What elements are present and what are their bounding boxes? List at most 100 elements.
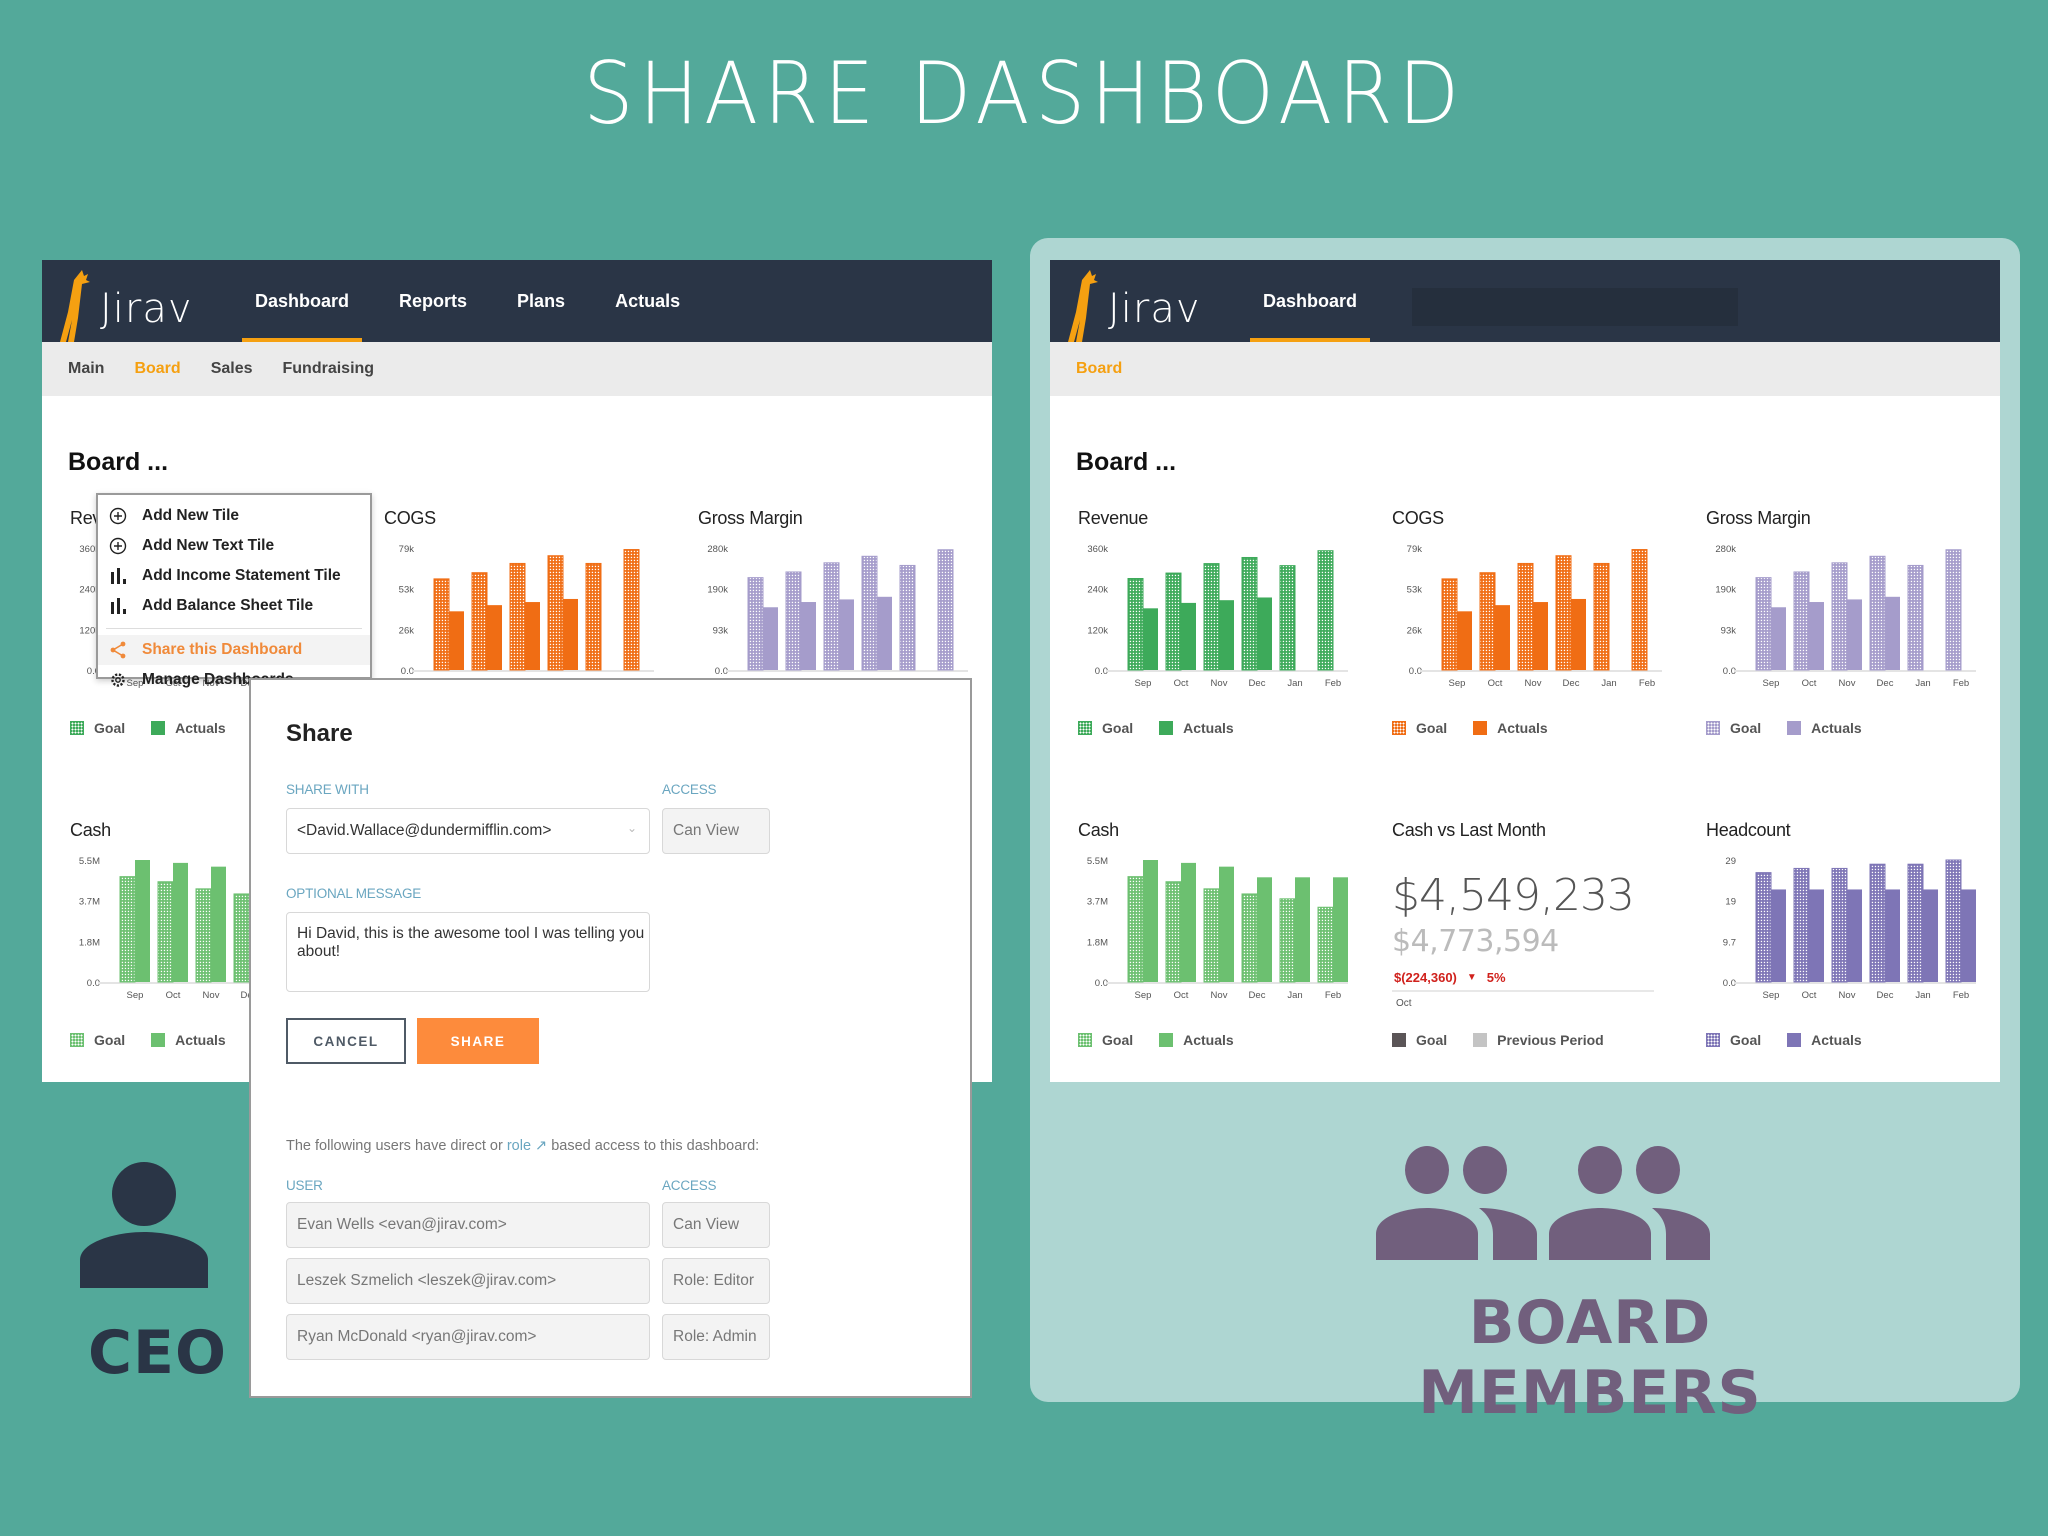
menu-item-add-balance-sheet-tile[interactable]: Add Balance Sheet Tile bbox=[98, 591, 370, 621]
tab-board[interactable]: Board bbox=[1076, 360, 1122, 378]
bar-actuals-oct[interactable] bbox=[487, 605, 502, 670]
bar-goal-sep[interactable] bbox=[747, 577, 764, 671]
bar-goal-nov[interactable] bbox=[1203, 888, 1220, 983]
bar-actuals-sep[interactable] bbox=[1143, 608, 1158, 670]
bar-actuals-oct[interactable] bbox=[1809, 889, 1824, 982]
nav-dashboard[interactable]: Dashboard bbox=[1250, 260, 1371, 342]
bar-actuals-dec[interactable] bbox=[877, 596, 892, 670]
nav-dashboard[interactable]: Dashboard bbox=[242, 260, 363, 342]
tab-main[interactable]: Main bbox=[68, 360, 104, 378]
bar-goal-feb[interactable] bbox=[1945, 859, 1962, 983]
bar-goal-feb[interactable] bbox=[1631, 549, 1648, 671]
bar-actuals-oct[interactable] bbox=[1809, 602, 1824, 670]
bar-actuals-nov[interactable] bbox=[1219, 600, 1234, 670]
bar-goal-jan[interactable] bbox=[1907, 863, 1924, 983]
bar-goal-jan[interactable] bbox=[1907, 564, 1924, 671]
bar-actuals-dec[interactable] bbox=[1885, 889, 1900, 982]
bar-goal-sep[interactable] bbox=[1441, 578, 1458, 671]
nav-plans[interactable]: Plans bbox=[504, 260, 578, 342]
bar-goal-dec[interactable] bbox=[1241, 893, 1258, 983]
bar-goal-nov[interactable] bbox=[1831, 867, 1848, 983]
bar-goal-nov[interactable] bbox=[1203, 563, 1220, 671]
bar-goal-sep[interactable] bbox=[1127, 876, 1144, 983]
nav-reports[interactable]: Reports bbox=[386, 260, 480, 342]
bar-goal-jan[interactable] bbox=[899, 564, 916, 671]
bar-goal-dec[interactable] bbox=[861, 555, 878, 671]
bar-actuals-sep[interactable] bbox=[1771, 607, 1786, 670]
bar-goal-jan[interactable] bbox=[1279, 565, 1296, 671]
bar-actuals-oct[interactable] bbox=[1495, 605, 1510, 670]
bar-actuals-sep[interactable] bbox=[1771, 889, 1786, 982]
bar-actuals-oct[interactable] bbox=[1181, 602, 1196, 670]
bar-goal-dec[interactable] bbox=[547, 555, 564, 671]
bar-actuals-oct[interactable] bbox=[173, 862, 188, 982]
bar-goal-oct[interactable] bbox=[157, 881, 174, 983]
bar-goal-feb[interactable] bbox=[1317, 550, 1334, 671]
bar-actuals-dec[interactable] bbox=[563, 598, 578, 670]
bar-goal-sep[interactable] bbox=[1755, 577, 1772, 671]
share-button[interactable]: SHARE bbox=[417, 1018, 539, 1064]
external-link-icon[interactable]: ↗ bbox=[535, 1138, 547, 1154]
tab-board[interactable]: Board bbox=[134, 360, 180, 378]
bar-actuals-nov[interactable] bbox=[211, 866, 226, 982]
bar-actuals-sep[interactable] bbox=[449, 611, 464, 670]
bar-actuals-dec[interactable] bbox=[1257, 877, 1272, 982]
bar-actuals-nov[interactable] bbox=[839, 599, 854, 670]
bar-goal-nov[interactable] bbox=[1517, 562, 1534, 671]
bar-goal-nov[interactable] bbox=[195, 888, 212, 983]
bar-actuals-dec[interactable] bbox=[1571, 598, 1586, 670]
bar-goal-jan[interactable] bbox=[1593, 562, 1610, 671]
bar-actuals-dec[interactable] bbox=[1257, 597, 1272, 670]
bar-actuals-sep[interactable] bbox=[763, 607, 778, 670]
message-textarea[interactable]: Hi David, this is the awesome tool I was… bbox=[286, 912, 650, 992]
bar-actuals-jan[interactable] bbox=[1295, 877, 1310, 982]
bar-goal-sep[interactable] bbox=[1127, 578, 1144, 671]
tab-sales[interactable]: Sales bbox=[211, 360, 253, 378]
bar-goal-jan[interactable] bbox=[1279, 898, 1296, 983]
bar-goal-feb[interactable] bbox=[623, 549, 640, 671]
bar-goal-dec[interactable] bbox=[1869, 555, 1886, 671]
menu-item-add-new-tile[interactable]: Add New Tile bbox=[98, 501, 370, 531]
menu-item-share-dashboard[interactable]: Share this Dashboard bbox=[98, 635, 370, 665]
bar-actuals-sep[interactable] bbox=[1457, 611, 1472, 670]
bar-goal-nov[interactable] bbox=[509, 562, 526, 671]
bar-goal-oct[interactable] bbox=[1793, 867, 1810, 983]
bar-goal-dec[interactable] bbox=[1241, 556, 1258, 671]
menu-item-add-text-tile[interactable]: Add New Text Tile bbox=[98, 531, 370, 561]
bar-goal-nov[interactable] bbox=[1831, 562, 1848, 671]
bar-goal-feb[interactable] bbox=[1945, 549, 1962, 671]
bar-goal-feb[interactable] bbox=[1317, 906, 1334, 983]
cancel-button[interactable]: CANCEL bbox=[286, 1018, 406, 1064]
jirav-logo[interactable]: Jirav bbox=[1064, 268, 1200, 342]
bar-actuals-oct[interactable] bbox=[801, 602, 816, 670]
bar-goal-sep[interactable] bbox=[433, 578, 450, 671]
bar-goal-dec[interactable] bbox=[1555, 555, 1572, 671]
bar-goal-oct[interactable] bbox=[1165, 572, 1182, 671]
bar-goal-oct[interactable] bbox=[1479, 572, 1496, 671]
bar-actuals-feb[interactable] bbox=[1961, 889, 1976, 982]
nav-actuals[interactable]: Actuals bbox=[602, 260, 693, 342]
bar-actuals-nov[interactable] bbox=[1533, 602, 1548, 670]
bar-goal-sep[interactable] bbox=[119, 876, 136, 983]
bar-goal-oct[interactable] bbox=[471, 572, 488, 671]
access-select[interactable]: Can View bbox=[662, 808, 770, 854]
bar-goal-dec[interactable] bbox=[1869, 863, 1886, 983]
board-title[interactable]: Board ... bbox=[1076, 448, 1176, 477]
bar-actuals-nov[interactable] bbox=[1847, 599, 1862, 670]
bar-goal-dec[interactable] bbox=[233, 893, 250, 983]
bar-goal-nov[interactable] bbox=[823, 562, 840, 671]
bar-goal-feb[interactable] bbox=[937, 549, 954, 671]
jirav-logo[interactable]: Jirav bbox=[56, 268, 192, 342]
bar-actuals-nov[interactable] bbox=[1219, 866, 1234, 982]
bar-goal-oct[interactable] bbox=[1165, 881, 1182, 983]
bar-goal-oct[interactable] bbox=[1793, 571, 1810, 671]
bar-goal-oct[interactable] bbox=[785, 571, 802, 671]
bar-actuals-feb[interactable] bbox=[1333, 877, 1348, 982]
bar-actuals-sep[interactable] bbox=[135, 860, 150, 982]
menu-item-add-income-statement-tile[interactable]: Add Income Statement Tile bbox=[98, 561, 370, 591]
tab-fundraising[interactable]: Fundraising bbox=[283, 360, 375, 378]
bar-actuals-jan[interactable] bbox=[1923, 889, 1938, 982]
bar-goal-jan[interactable] bbox=[585, 562, 602, 671]
board-title-menu-trigger[interactable]: Board ... bbox=[68, 448, 168, 477]
bar-actuals-oct[interactable] bbox=[1181, 862, 1196, 982]
